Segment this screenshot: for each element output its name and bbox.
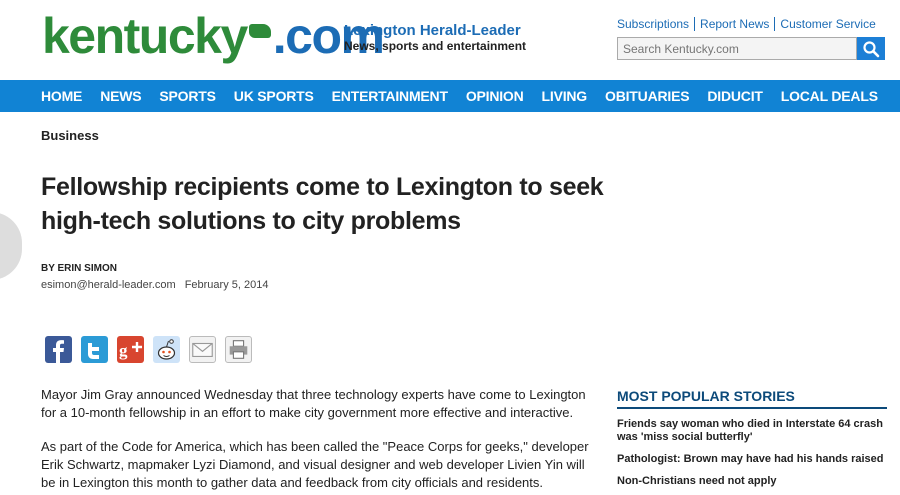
customer-service-link[interactable]: Customer Service — [774, 17, 880, 31]
main-nav: HOME NEWS SPORTS UK SPORTS ENTERTAINMENT… — [0, 80, 900, 112]
email-icon — [192, 342, 213, 357]
nav-item-living[interactable]: LIVING — [542, 80, 588, 112]
nav-item-obituaries[interactable]: OBITUARIES — [605, 80, 690, 112]
logo-text-kentucky: kentucky — [42, 8, 248, 64]
side-scroll-tab[interactable] — [0, 212, 22, 280]
article-byline: BY ERIN SIMON — [41, 263, 117, 274]
facebook-icon — [53, 340, 64, 363]
report-news-link[interactable]: Report News — [694, 17, 774, 31]
share-toolbar: g — [45, 336, 261, 363]
site-logo[interactable]: kentucky .com — [42, 6, 385, 66]
author-email[interactable]: esimon@herald-leader.com — [41, 279, 176, 291]
subscriptions-link[interactable]: Subscriptions — [617, 17, 694, 31]
search-button[interactable] — [857, 37, 885, 60]
tagline-subtitle: News, sports and entertainment — [344, 39, 527, 53]
nav-item-entertainment[interactable]: ENTERTAINMENT — [332, 80, 448, 112]
tagline: Lexington Herald-Leader News, sports and… — [344, 22, 526, 54]
article-date: February 5, 2014 — [184, 279, 269, 291]
google-plus-share-button[interactable]: g — [117, 336, 144, 363]
search-input[interactable] — [617, 37, 857, 60]
nav-item-uk-sports[interactable]: UK SPORTS — [234, 80, 314, 112]
tagline-title: Lexington Herald-Leader — [344, 22, 521, 39]
search-icon — [863, 40, 880, 57]
nav-item-news[interactable]: NEWS — [100, 80, 141, 112]
most-popular-title: MOST POPULAR STORIES — [617, 387, 887, 409]
google-plus-icon: g — [119, 341, 142, 360]
most-popular-panel: MOST POPULAR STORIES Friends say woman w… — [617, 387, 887, 488]
section-label[interactable]: Business — [41, 128, 99, 143]
print-button[interactable] — [225, 336, 252, 363]
article-paragraph: Mayor Jim Gray announced Wednesday that … — [41, 387, 586, 420]
kentucky-state-icon — [248, 24, 271, 38]
twitter-share-button[interactable] — [81, 336, 108, 363]
nav-item-home[interactable]: HOME — [41, 80, 82, 112]
popular-story-link[interactable]: Pathologist: Brown may have had his hand… — [617, 453, 887, 466]
nav-item-opinion[interactable]: OPINION — [466, 80, 524, 112]
nav-item-sports[interactable]: SPORTS — [159, 80, 216, 112]
article-paragraph: As part of the Code for America, which h… — [41, 439, 589, 490]
utility-links: Subscriptions Report News Customer Servi… — [617, 17, 881, 31]
reddit-share-button[interactable] — [153, 336, 180, 363]
article-headline: Fellowship recipients come to Lexington … — [41, 173, 604, 235]
popular-story-link[interactable]: Friends say woman who died in Interstate… — [617, 418, 887, 444]
site-header: kentucky .com Lexington Herald-Leader Ne… — [0, 0, 900, 80]
article-meta: esimon@herald-leader.com February 5, 2014 — [41, 279, 268, 291]
svg-text:g: g — [119, 341, 128, 360]
popular-story-link[interactable]: Non-Christians need not apply — [617, 475, 887, 488]
twitter-icon — [88, 343, 99, 359]
nav-item-local-deals[interactable]: LOCAL DEALS — [781, 80, 878, 112]
print-icon — [229, 340, 248, 359]
search-bar — [617, 37, 885, 60]
email-share-button[interactable] — [189, 336, 216, 363]
nav-item-diducit[interactable]: DIDUCIT — [707, 80, 763, 112]
article-body: Mayor Jim Gray announced Wednesday that … — [41, 386, 601, 495]
reddit-icon — [157, 339, 176, 360]
facebook-share-button[interactable] — [45, 336, 72, 363]
